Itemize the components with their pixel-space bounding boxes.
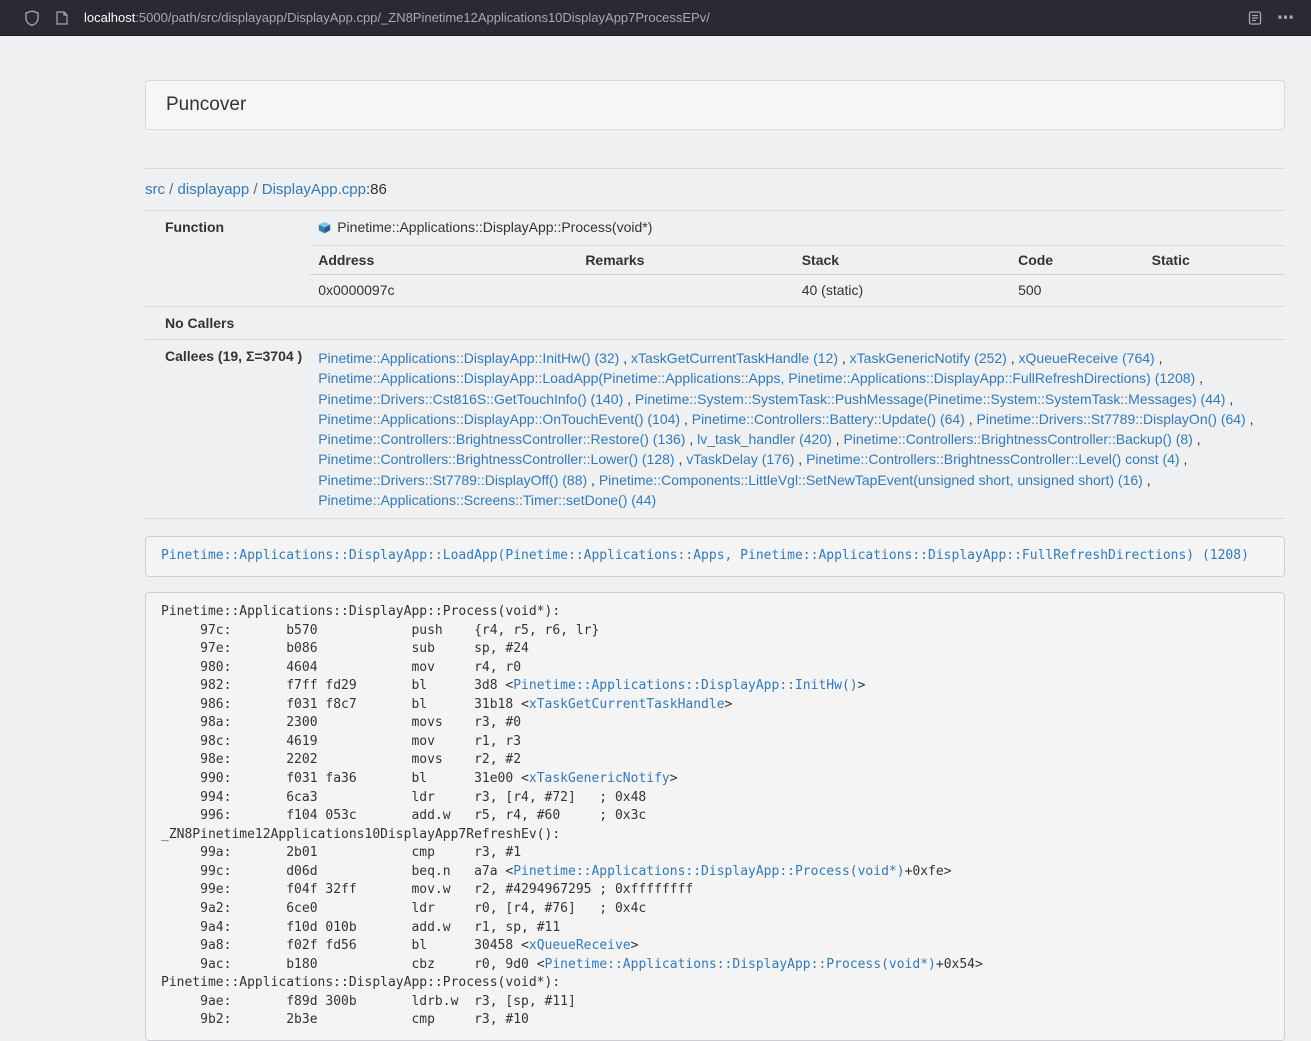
callee-link[interactable]: Pinetime::Controllers::BrightnessControl… — [318, 431, 685, 447]
symbol-link[interactable]: Pinetime::Applications::DisplayApp::Init… — [513, 678, 857, 693]
callee-link[interactable]: Pinetime::Controllers::Battery::Update()… — [692, 411, 965, 427]
symbol-link[interactable]: xTaskGenericNotify — [529, 771, 670, 786]
symbol-name: Pinetime::Applications::DisplayApp::Proc… — [337, 219, 652, 235]
callees-list: Pinetime::Applications::DisplayApp::Init… — [310, 340, 1285, 519]
stats-header-remarks: Remarks — [577, 246, 793, 275]
page-icon[interactable] — [54, 10, 70, 26]
symbol-link[interactable]: xQueueReceive — [529, 938, 631, 953]
callee-link[interactable]: xQueueReceive (764) — [1019, 350, 1155, 366]
callee-link[interactable]: lv_task_handler (420) — [697, 431, 832, 447]
function-icon — [318, 221, 331, 237]
callee-link[interactable]: Pinetime::Applications::Screens::Timer::… — [318, 492, 656, 508]
breadcrumb-separator: / — [165, 181, 178, 198]
symbol-link[interactable]: Pinetime::Applications::DisplayApp::Proc… — [545, 957, 936, 972]
stats-header-static: Static — [1144, 246, 1285, 275]
disassembly: Pinetime::Applications::DisplayApp::Proc… — [145, 592, 1285, 1041]
callee-link[interactable]: vTaskDelay (176) — [686, 451, 794, 467]
shield-icon[interactable] — [24, 10, 40, 26]
stats-header-code: Code — [1010, 246, 1144, 275]
breadcrumb: src / displayapp / DisplayApp.cpp:86 — [145, 181, 1285, 198]
callee-link[interactable]: Pinetime::Controllers::BrightnessControl… — [806, 451, 1179, 467]
browser-toolbar: localhost:5000/path/src/displayapp/Displ… — [0, 0, 1311, 36]
function-row-cell: Pinetime::Applications::DisplayApp::Proc… — [310, 211, 1285, 307]
callee-link[interactable]: Pinetime::Applications::DisplayApp::Load… — [318, 370, 1195, 386]
divider — [145, 168, 1285, 169]
callee-link[interactable]: Pinetime::Applications::DisplayApp::OnTo… — [318, 411, 680, 427]
stats-value-row: 0x0000097c 40 (static) 500 — [310, 275, 1285, 307]
stats-value-address: 0x0000097c — [310, 275, 577, 307]
reader-view-icon[interactable] — [1247, 10, 1263, 26]
callee-link[interactable]: Pinetime::System::SystemTask::PushMessag… — [635, 391, 1226, 407]
stats-table: Address Remarks Stack Code Static 0x0000… — [310, 245, 1285, 306]
breadcrumb-separator: / — [249, 181, 262, 198]
callees-header: Callees (19, Σ=3704 ) — [145, 340, 310, 519]
stats-value-remarks — [577, 275, 793, 307]
reader-view-icon-glyph — [1248, 11, 1262, 25]
symbol-link[interactable]: xTaskGetCurrentTaskHandle — [529, 697, 725, 712]
stats-value-code: 500 — [1010, 275, 1144, 307]
breadcrumb-line-number: :86 — [366, 181, 387, 198]
function-row: Function Pinetime::Applications::Display… — [145, 211, 1285, 307]
page-title[interactable]: Puncover — [166, 94, 246, 115]
no-callers-header: No Callers — [145, 307, 310, 340]
breadcrumb-link-file[interactable]: DisplayApp.cpp — [262, 181, 366, 198]
url-host: localhost — [84, 10, 135, 25]
breadcrumb-link-displayapp[interactable]: displayapp — [178, 181, 250, 198]
url-path: :5000/path/src/displayapp/DisplayApp.cpp… — [135, 10, 710, 25]
page-content: Puncover src / displayapp / DisplayApp.c… — [145, 80, 1285, 1041]
url-bar[interactable]: localhost:5000/path/src/displayapp/Displ… — [84, 10, 1247, 25]
no-callers-cell — [310, 307, 1285, 340]
stats-value-static — [1144, 275, 1285, 307]
callee-link[interactable]: Pinetime::Controllers::BrightnessControl… — [318, 451, 674, 467]
function-table: Function Pinetime::Applications::Display… — [145, 210, 1285, 519]
overflow-menu-icon[interactable]: ⋯ — [1277, 10, 1295, 26]
highlighted-symbol-box: Pinetime::Applications::DisplayApp::Load… — [145, 536, 1285, 577]
callee-link[interactable]: Pinetime::Components::LittleVgl::SetNewT… — [599, 472, 1143, 488]
highlighted-symbol-link[interactable]: Pinetime::Applications::DisplayApp::Load… — [161, 548, 1249, 563]
page-icon-glyph — [56, 11, 68, 25]
puncover-header-panel: Puncover — [145, 80, 1285, 130]
no-callers-row: No Callers — [145, 307, 1285, 340]
symbol-line: Pinetime::Applications::DisplayApp::Proc… — [310, 211, 1285, 245]
stats-header-address: Address — [310, 246, 577, 275]
function-row-header: Function — [145, 211, 310, 307]
callee-link[interactable]: xTaskGenericNotify (252) — [850, 350, 1007, 366]
callee-link[interactable]: Pinetime::Drivers::St7789::DisplayOff() … — [318, 472, 587, 488]
callee-link[interactable]: Pinetime::Applications::DisplayApp::Init… — [318, 350, 619, 366]
callees-row: Callees (19, Σ=3704 ) Pinetime::Applicat… — [145, 340, 1285, 519]
callee-link[interactable]: Pinetime::Drivers::St7789::DisplayOn() (… — [977, 411, 1246, 427]
breadcrumb-link-src[interactable]: src — [145, 181, 165, 198]
callee-link[interactable]: Pinetime::Drivers::Cst816S::GetTouchInfo… — [318, 391, 623, 407]
stats-header-row: Address Remarks Stack Code Static — [310, 246, 1285, 275]
symbol-link[interactable]: Pinetime::Applications::DisplayApp::Proc… — [513, 864, 904, 879]
stats-value-stack: 40 (static) — [794, 275, 1010, 307]
callee-link[interactable]: Pinetime::Controllers::BrightnessControl… — [843, 431, 1192, 447]
stats-header-stack: Stack — [794, 246, 1010, 275]
shield-icon-glyph — [25, 10, 39, 26]
callee-link[interactable]: xTaskGetCurrentTaskHandle (12) — [631, 350, 838, 366]
